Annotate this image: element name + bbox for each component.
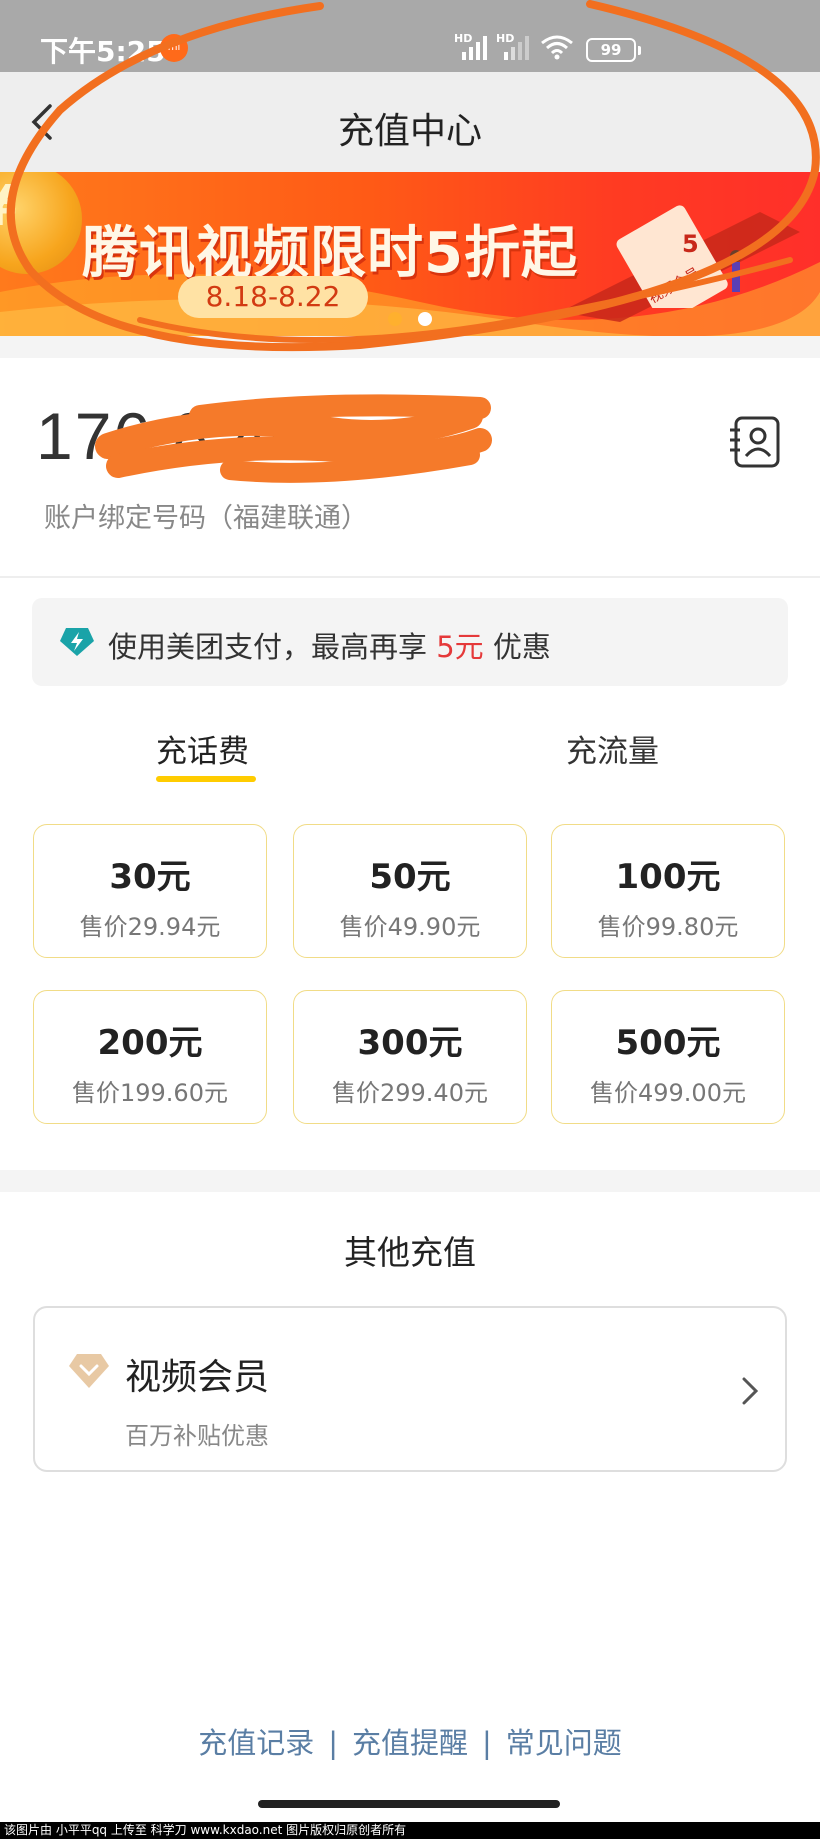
sale-price: 售价49.90元 <box>339 913 481 941</box>
diamond-icon <box>69 1354 109 1388</box>
tab-data-plan[interactable]: 充流量 <box>566 726 659 771</box>
other-recharge-title: 其他充值 <box>344 1233 476 1272</box>
recharge-reminder-link[interactable]: 充值提醒 <box>352 1726 468 1760</box>
video-member-subtitle: 百万补贴优惠 <box>125 1422 269 1450</box>
status-bar: 下午5:25 mi HD HD 99 <box>0 0 820 72</box>
nav-header: 充值中心 <box>0 72 820 172</box>
footer-links: 充值记录 | 充值提醒 | 常见问题 <box>0 1720 820 1762</box>
signal-icon-2 <box>504 36 529 60</box>
app-notification-icon: mi <box>160 34 188 62</box>
sale-price: 售价99.80元 <box>597 913 739 941</box>
recharge-option-50[interactable]: 50元 售价49.90元 <box>293 824 527 958</box>
promo-amount: 5元 <box>436 630 484 664</box>
video-member-title: 视频会员 <box>125 1357 270 1398</box>
contacts-icon[interactable] <box>728 414 784 470</box>
face-value: 300元 <box>357 1023 463 1063</box>
face-value: 30元 <box>109 857 191 897</box>
face-value: 100元 <box>615 857 721 897</box>
chevron-right-icon <box>742 1377 759 1405</box>
section-gap <box>0 1170 820 1192</box>
separator: | <box>482 1726 492 1760</box>
phone-number[interactable]: 176 8 40 <box>36 398 309 474</box>
face-value: 500元 <box>615 1023 721 1063</box>
divider <box>0 576 820 578</box>
banner-date: 8.18-8.22 <box>178 276 368 318</box>
recharge-option-500[interactable]: 500元 售价499.00元 <box>551 990 785 1124</box>
pagination-dot[interactable] <box>418 312 432 326</box>
ticket-discount: 5 <box>682 230 699 258</box>
sale-price: 售价29.94元 <box>79 913 221 941</box>
section-gap <box>0 336 820 358</box>
recharge-option-30[interactable]: 30元 售价29.94元 <box>33 824 267 958</box>
signal-icon <box>462 36 487 60</box>
page-title: 充值中心 <box>337 111 482 152</box>
phone-binding-label: 账户绑定号码（福建联通） <box>44 503 368 534</box>
wifi-icon <box>541 35 573 60</box>
home-indicator[interactable] <box>258 1800 560 1808</box>
meituan-pay-promo[interactable]: 使用美团支付，最高再享 5元 优惠 <box>32 598 788 686</box>
face-value: 50元 <box>369 857 451 897</box>
faq-link[interactable]: 常见问题 <box>506 1726 622 1760</box>
recharge-option-100[interactable]: 100元 售价99.80元 <box>551 824 785 958</box>
promo-text: 使用美团支付，最高再享 5元 优惠 <box>108 630 551 664</box>
video-member-card[interactable]: 视频会员 百万补贴优惠 <box>33 1306 787 1472</box>
lightning-diamond-icon <box>60 628 94 656</box>
sale-price: 售价199.60元 <box>72 1079 228 1107</box>
banner-pagination <box>388 312 448 332</box>
pagination-dot-active[interactable] <box>388 312 402 326</box>
tab-active-indicator <box>156 776 256 782</box>
face-value: 200元 <box>97 1023 203 1063</box>
tab-phone-bill[interactable]: 充话费 <box>156 726 249 771</box>
recharge-option-200[interactable]: 200元 售价199.60元 <box>33 990 267 1124</box>
watermark: 该图片由 小平平qq 上传至 科学刀 www.kxdao.net 图片版权归原创… <box>0 1822 820 1839</box>
sale-price: 售价499.00元 <box>590 1079 746 1107</box>
sale-price: 售价299.40元 <box>332 1079 488 1107</box>
vip-ticket-icon: 视频会员 5 <box>616 205 742 308</box>
battery-icon: 99 <box>586 38 641 62</box>
recharge-records-link[interactable]: 充值记录 <box>198 1726 314 1760</box>
recharge-option-300[interactable]: 300元 售价299.40元 <box>293 990 527 1124</box>
separator: | <box>328 1726 338 1760</box>
status-time: 下午5:25 <box>40 35 166 68</box>
